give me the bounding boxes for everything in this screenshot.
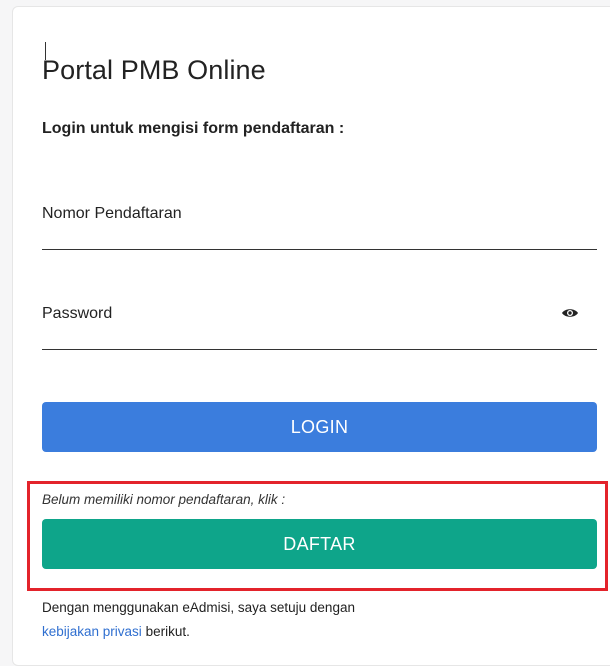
password-field [42, 296, 597, 350]
registration-number-input[interactable] [42, 200, 597, 228]
page-title: Portal PMB Online [42, 55, 266, 85]
consent-prefix: Dengan menggunakan eAdmisi, saya setuju … [42, 600, 355, 615]
consent-suffix: berikut. [141, 624, 190, 639]
password-input[interactable] [42, 300, 597, 328]
register-hint: Belum memiliki nomor pendaftaran, klik : [42, 492, 286, 507]
privacy-policy-link[interactable]: kebijakan privasi [42, 624, 142, 639]
eye-icon[interactable] [561, 306, 579, 318]
login-button[interactable]: LOGIN [42, 402, 597, 452]
registration-number-field [42, 196, 597, 250]
register-button[interactable]: DAFTAR [42, 519, 597, 569]
consent-text: Dengan menggunakan eAdmisi, saya setuju … [42, 596, 355, 644]
form-subtitle: Login untuk mengisi form pendaftaran : [42, 120, 345, 137]
consent-line-2: kebijakan privasi berikut. [42, 620, 355, 644]
